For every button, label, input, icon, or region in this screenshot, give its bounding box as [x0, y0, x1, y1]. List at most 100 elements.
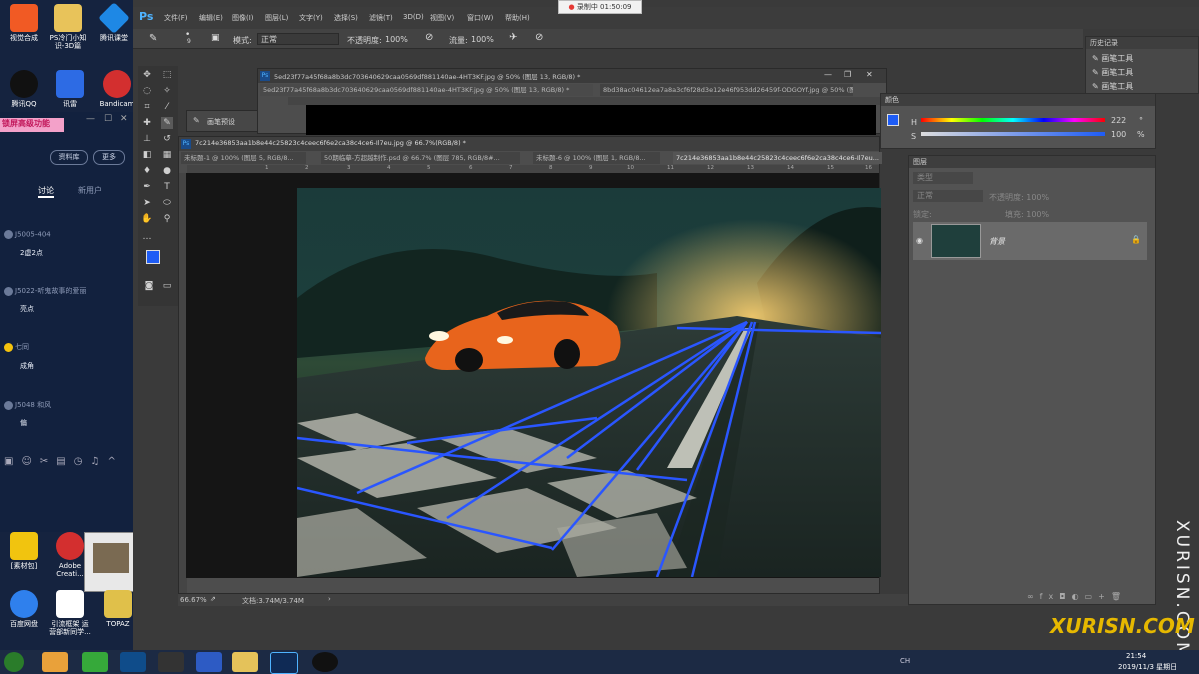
- taskbar-app-3[interactable]: [120, 652, 146, 672]
- doc-tab-3[interactable]: 未标题-6 @ 100% (图层 1, RGB/8...: [533, 152, 660, 164]
- brush-tool-icon[interactable]: ✎: [149, 33, 157, 44]
- history-item[interactable]: ✎ 画笔工具: [1092, 53, 1133, 64]
- layers-panel-title[interactable]: 图层: [909, 156, 1155, 168]
- saturation-value[interactable]: 100: [1111, 130, 1126, 139]
- menu-type[interactable]: 文字(Y): [299, 13, 323, 23]
- doc-tab-1[interactable]: 未标题-1 @ 100% (图层 5, RGB/8...: [181, 152, 306, 164]
- canvas-image[interactable]: [296, 188, 882, 578]
- path-select-tool-icon[interactable]: ➤: [141, 197, 153, 209]
- fg-color-chip[interactable]: [887, 114, 899, 126]
- share-icon[interactable]: ⇗: [210, 595, 216, 603]
- blur-tool-icon[interactable]: ♦: [141, 165, 153, 177]
- flow-value[interactable]: 100%: [471, 35, 494, 44]
- desktop-icon-10[interactable]: 引流框架 运营部新同学...: [48, 590, 92, 636]
- doc-front-titlebar[interactable]: Ps 7c214e36853aa1b8e44c25823c4ceec6f6e2c…: [179, 137, 879, 151]
- menu-help[interactable]: 帮助(H): [505, 13, 530, 23]
- eyedropper-tool-icon[interactable]: ⁄: [161, 101, 173, 113]
- gift-icon[interactable]: ▣: [4, 456, 21, 467]
- quick-mask-icon[interactable]: ◙: [143, 280, 155, 292]
- adjustment-icon[interactable]: ◐: [1072, 592, 1085, 601]
- thumbnail-preview[interactable]: [84, 532, 136, 592]
- layer-fill[interactable]: 填充: 100%: [1005, 209, 1049, 220]
- desktop-icon-7[interactable]: [素材包]: [2, 532, 46, 570]
- maximize-icon[interactable]: ☐: [104, 114, 112, 124]
- minimize-icon[interactable]: —: [824, 70, 832, 79]
- pen-tool-icon[interactable]: ✒: [141, 181, 153, 193]
- taskbar-explorer[interactable]: [232, 652, 258, 672]
- zoom-level[interactable]: 66.67%: [180, 596, 207, 604]
- healing-tool-icon[interactable]: ✚: [141, 117, 153, 129]
- mask-icon[interactable]: ◘: [1059, 592, 1071, 601]
- close-icon[interactable]: ✕: [866, 70, 873, 79]
- document-window-back[interactable]: Ps 5ed23f77a45f68a8b3dc703640629caa0569d…: [257, 68, 887, 135]
- pressure-opacity-icon[interactable]: ⊘: [425, 32, 433, 43]
- desktop-icon-4[interactable]: 腾讯QQ: [2, 70, 46, 108]
- move-tool-icon[interactable]: ✥: [141, 69, 153, 81]
- crop-tool-icon[interactable]: ⌗: [141, 101, 153, 113]
- menu-file[interactable]: 文件(F): [164, 13, 188, 23]
- scissors-icon[interactable]: ✂: [40, 456, 56, 467]
- layer-name[interactable]: 背景: [989, 236, 1005, 247]
- layer-opacity[interactable]: 不透明度: 100%: [989, 192, 1049, 203]
- lasso-tool-icon[interactable]: ◌: [141, 85, 153, 97]
- recording-indicator[interactable]: ● 录制中 01:50:09: [558, 0, 642, 14]
- fx-icon[interactable]: fx: [1040, 592, 1060, 601]
- taskbar-photoshop[interactable]: [270, 652, 298, 674]
- doc-tab-4-active[interactable]: 7c214e36853aa1b8e44c25823c4ceec6f6e2ca38…: [673, 152, 882, 164]
- brush-tool-icon[interactable]: ✎: [161, 117, 173, 129]
- link-icon[interactable]: ∞: [1027, 592, 1040, 601]
- shape-tool-icon[interactable]: ⬭: [161, 197, 173, 209]
- taskbar-app-5[interactable]: [196, 652, 222, 672]
- hand-tool-icon[interactable]: ✋: [141, 213, 153, 225]
- saturation-slider[interactable]: [921, 132, 1105, 136]
- doc-back-titlebar[interactable]: Ps 5ed23f77a45f68a8b3dc703640629caa0569d…: [258, 69, 886, 83]
- trash-icon[interactable]: 🗑: [1111, 592, 1127, 601]
- pressure-size-icon[interactable]: ⊘: [535, 32, 543, 43]
- desktop-icon-2[interactable]: PS冷门小知识-3D篇: [46, 4, 90, 50]
- taskbar-app-4[interactable]: [158, 652, 184, 672]
- taskbar-photo-app[interactable]: [42, 652, 68, 672]
- menu-layer[interactable]: 图层(L): [265, 13, 288, 23]
- history-item[interactable]: ✎ 画笔工具: [1092, 67, 1133, 78]
- bell-icon[interactable]: ♫: [90, 456, 107, 467]
- hue-slider[interactable]: [921, 118, 1105, 122]
- clock-icon[interactable]: ◷: [74, 456, 91, 467]
- more-tools-icon[interactable]: …: [141, 231, 153, 243]
- airbrush-icon[interactable]: ✈: [509, 32, 517, 43]
- magic-wand-tool-icon[interactable]: ✧: [161, 85, 173, 97]
- emoji-icon[interactable]: ☺: [21, 456, 39, 467]
- stamp-tool-icon[interactable]: ⊥: [141, 133, 153, 145]
- type-tool-icon[interactable]: T: [161, 181, 173, 193]
- brush-settings-icon[interactable]: ▣: [211, 33, 220, 43]
- menu-edit[interactable]: 编辑(E): [199, 13, 223, 23]
- more-button[interactable]: 更多: [93, 150, 125, 165]
- menu-filter[interactable]: 滤镜(T): [369, 13, 393, 23]
- input-language[interactable]: CH: [900, 657, 910, 665]
- eye-visibility-icon[interactable]: ◉: [916, 236, 923, 245]
- history-panel-title[interactable]: 历史记录: [1086, 37, 1198, 49]
- clock-date[interactable]: 2019/11/3 星期日: [1118, 662, 1177, 672]
- desktop-icon-3[interactable]: 腾讯课堂: [92, 2, 136, 42]
- clock-time[interactable]: 21:54: [1126, 652, 1146, 660]
- menu-3d[interactable]: 3D(D): [403, 13, 424, 21]
- menu-window[interactable]: 窗口(W): [467, 13, 493, 23]
- desktop-icon-5[interactable]: 讯雷: [48, 70, 92, 108]
- status-arrow-icon[interactable]: ›: [328, 595, 331, 603]
- library-button[interactable]: 资料库: [50, 150, 88, 165]
- desktop-icon-1[interactable]: 视觉合成: [2, 4, 46, 42]
- menu-select[interactable]: 选择(S): [334, 13, 358, 23]
- collapse-icon[interactable]: ^: [107, 456, 123, 467]
- marquee-tool-icon[interactable]: ⬚: [161, 69, 173, 81]
- desktop-icon-9[interactable]: 百度网盘: [2, 590, 46, 628]
- group-icon[interactable]: ▭: [1085, 592, 1099, 601]
- menu-view[interactable]: 视图(V): [430, 13, 454, 23]
- layer-filter-kind[interactable]: 类型: [913, 172, 973, 184]
- color-panel-title[interactable]: 颜色: [881, 94, 1155, 106]
- menu-image[interactable]: 图像(I): [232, 13, 254, 23]
- taskbar-app-2[interactable]: [82, 652, 108, 672]
- doc-back-tab-2[interactable]: 8bd38ac04612ea7a8a3cf6f28d3e12e46f953dd2…: [600, 84, 853, 96]
- opacity-value[interactable]: 100%: [385, 35, 408, 44]
- mode-select[interactable]: 正常: [257, 33, 339, 45]
- history-brush-tool-icon[interactable]: ↺: [161, 133, 173, 145]
- screen-mode-icon[interactable]: ▭: [161, 280, 173, 292]
